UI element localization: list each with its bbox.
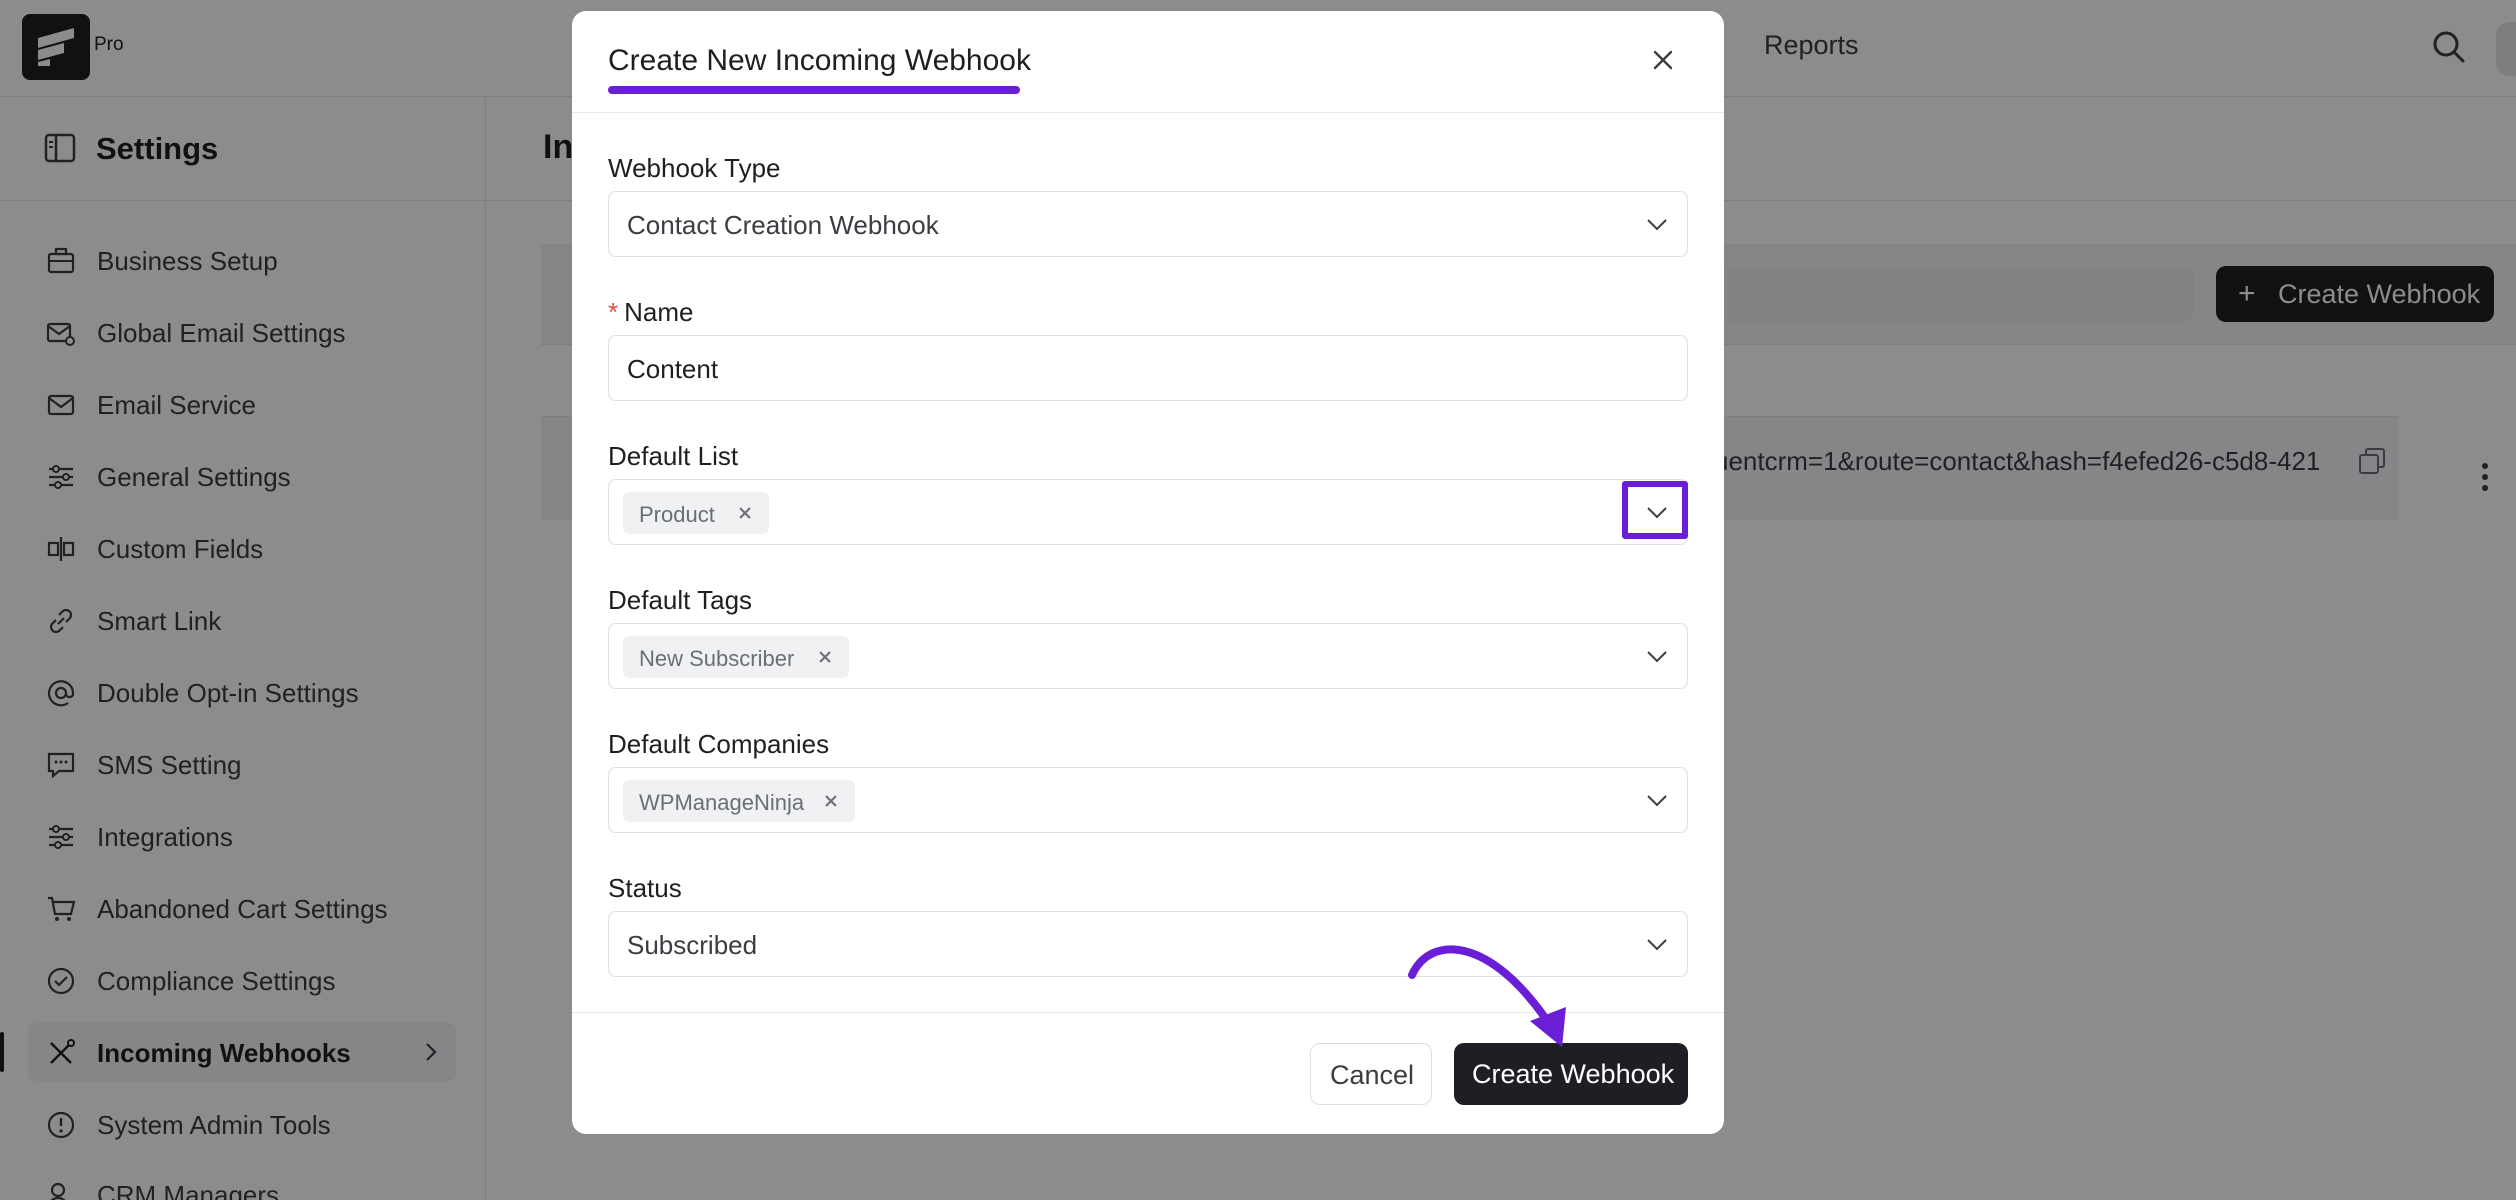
default-list-label: Default List [608,441,739,471]
required-mark: * [608,297,619,327]
webhook-type-select[interactable]: Contact Creation Webhook [608,191,1688,257]
tag-label: New Subscriber [639,646,795,671]
title-highlight-underline [608,86,1020,94]
chevron-down-icon[interactable] [1645,790,1669,810]
cancel-label: Cancel [1330,1060,1415,1090]
chevron-down-icon [1647,219,1667,231]
status-value: Subscribed [627,930,758,960]
name-value: Content [627,354,719,384]
remove-tag-icon[interactable] [737,505,753,521]
dropdown-highlight-box [1622,481,1688,539]
annotation-arrow-icon [1408,945,1566,1047]
name-label: * Name [608,297,693,328]
remove-tag-icon[interactable] [823,793,839,809]
default-companies-tag: WPManageNinja [623,780,855,822]
tag-label: WPManageNinja [639,790,805,815]
default-tags-label: Default Tags [608,585,753,615]
webhook-type-label: Webhook Type [608,153,781,183]
default-tags-select[interactable]: New Subscriber [608,623,1688,689]
webhook-type-value: Contact Creation Webhook [627,210,939,240]
modal-header: Create New Incoming Webhook [572,11,1724,113]
chevron-down-icon[interactable] [1645,646,1669,666]
default-tags-tag: New Subscriber [623,636,849,678]
default-list-select[interactable]: Product [608,479,1688,545]
default-list-tag: Product [623,492,769,534]
close-icon[interactable] [1652,49,1674,71]
default-companies-select[interactable]: WPManageNinja [608,767,1688,833]
name-label-text: Name [624,297,694,327]
chevron-down-icon [1647,939,1667,951]
tag-label: Product [639,502,715,527]
status-label: Status [608,873,682,903]
default-companies-label: Default Companies [608,729,830,759]
create-webhook-button-label: Create Webhook [1472,1059,1675,1089]
remove-tag-icon[interactable] [817,649,833,665]
name-input[interactable]: Content [608,335,1688,401]
modal-title: Create New Incoming Webhook [608,44,1031,77]
